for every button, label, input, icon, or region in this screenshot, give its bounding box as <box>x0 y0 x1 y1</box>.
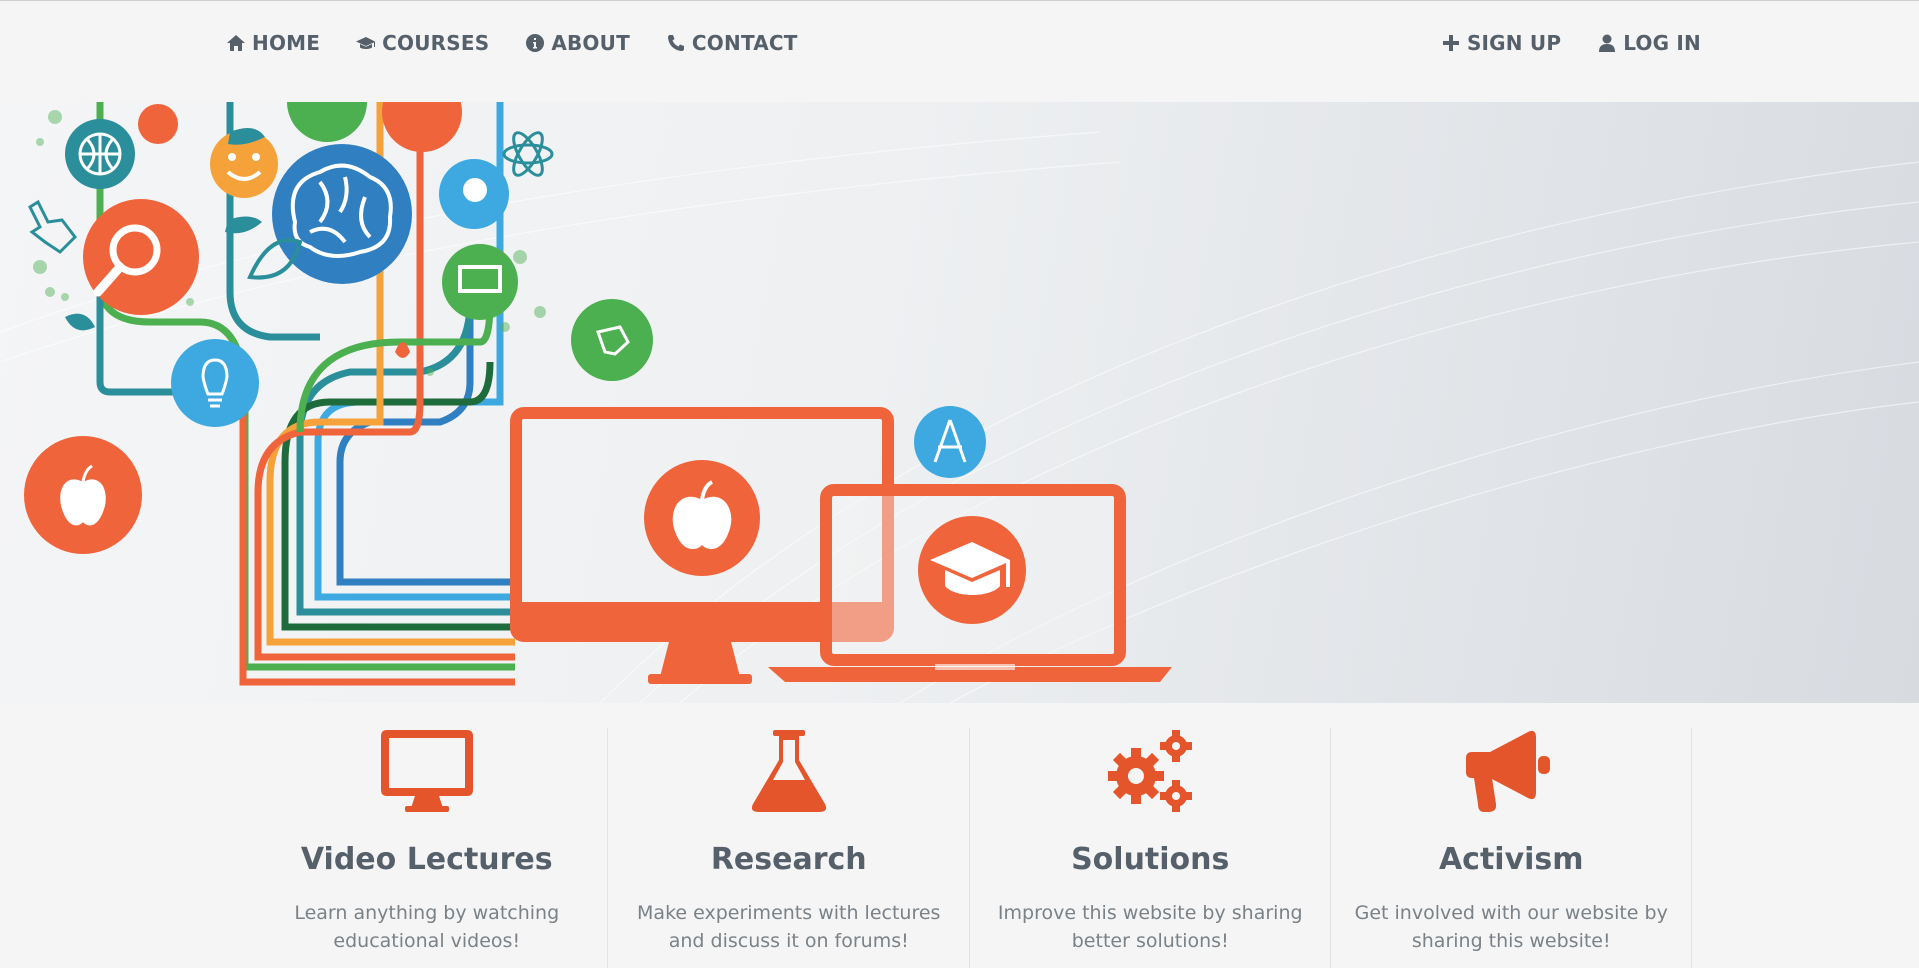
nav-home-label: HOME <box>252 31 321 55</box>
user-icon <box>1599 34 1616 52</box>
features-section: Video Lectures Learn anything by watchin… <box>246 728 1692 968</box>
info-circle-icon <box>526 34 545 52</box>
plus-icon <box>1442 35 1459 51</box>
hero-banner <box>0 102 1919 703</box>
nav-courses-label: COURSES <box>382 31 490 55</box>
nav-contact-link[interactable]: CONTACT <box>666 31 798 55</box>
education-technology-illustration <box>0 102 1919 703</box>
home-icon <box>227 35 245 51</box>
nav-home-link[interactable]: HOME <box>226 31 320 55</box>
feature-solutions: Solutions Improve this website by sharin… <box>968 728 1331 968</box>
feature-description: Make experiments with lectures and discu… <box>637 902 941 952</box>
nav-about-link[interactable]: ABOUT <box>525 31 630 55</box>
monitor-icon <box>380 730 473 812</box>
gears-icon <box>1108 730 1193 812</box>
feature-title: Research <box>710 842 867 877</box>
feature-title: Activism <box>1438 842 1584 877</box>
feature-title: Video Lectures <box>300 842 553 877</box>
navbar: HOME COURSES ABOUT CONTACT SIGN UP LOG I… <box>0 0 1919 102</box>
feature-description: Get involved with our website by sharing… <box>1354 902 1668 952</box>
feature-description: Learn anything by watching educational v… <box>294 902 560 952</box>
feature-research: Research Make experiments with lectures … <box>607 728 969 968</box>
megaphone-icon <box>1466 730 1551 812</box>
nav-login-link[interactable]: LOG IN <box>1597 31 1701 55</box>
feature-video-lectures: Video Lectures Learn anything by watchin… <box>246 728 607 968</box>
nav-contact-label: CONTACT <box>691 31 798 55</box>
nav-left: HOME COURSES ABOUT CONTACT <box>226 31 798 55</box>
flask-icon <box>751 730 826 812</box>
nav-right: SIGN UP LOG IN <box>1441 31 1701 55</box>
nav-signup-link[interactable]: SIGN UP <box>1441 31 1561 55</box>
feature-activism: Activism Get involved with our website b… <box>1330 728 1692 968</box>
graduation-cap-icon <box>356 37 376 49</box>
nav-about-label: ABOUT <box>551 31 630 55</box>
nav-courses-link[interactable]: COURSES <box>356 31 489 55</box>
nav-login-label: LOG IN <box>1623 31 1701 55</box>
nav-signup-label: SIGN UP <box>1466 31 1562 55</box>
phone-icon <box>667 35 684 51</box>
feature-description: Improve this website by sharing better s… <box>997 902 1303 952</box>
feature-title: Solutions <box>1071 842 1230 877</box>
